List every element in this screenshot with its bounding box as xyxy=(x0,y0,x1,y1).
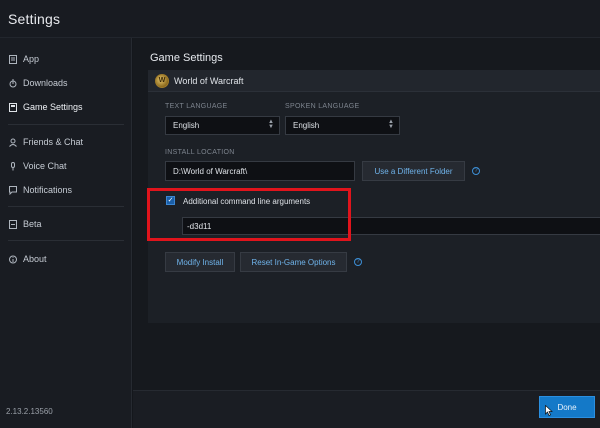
reset-in-game-options-button[interactable]: Reset In-Game Options xyxy=(240,252,347,272)
select-arrows-icon: ▲ ▼ xyxy=(268,119,274,130)
friends-icon xyxy=(9,138,17,147)
world-of-warcraft-logo-icon: W xyxy=(155,73,169,88)
sidebar-item-label: App xyxy=(23,54,40,64)
sidebar-item-label: Voice Chat xyxy=(23,161,67,171)
sidebar-divider xyxy=(8,206,124,207)
sidebar-item-about[interactable]: About xyxy=(0,250,132,268)
select-arrows-icon: ▲ ▼ xyxy=(388,119,394,130)
spoken-language-value: English xyxy=(293,121,320,130)
sidebar-item-label: Downloads xyxy=(23,78,68,88)
sidebar: App Downloads Game Settings Friends & Ch… xyxy=(0,38,132,428)
sidebar-item-label: Beta xyxy=(23,219,42,229)
sidebar-item-friends-chat[interactable]: Friends & Chat xyxy=(0,133,132,151)
downloads-icon xyxy=(9,78,17,88)
reset-in-game-options-label: Reset In-Game Options xyxy=(251,257,336,267)
command-line-checkbox[interactable]: ✓ xyxy=(166,196,175,205)
modify-install-button[interactable]: Modify Install xyxy=(165,252,235,272)
text-language-select[interactable]: English ▲ ▼ xyxy=(165,116,280,135)
command-line-value: -d3d11 xyxy=(187,221,212,231)
info-icon xyxy=(9,255,17,264)
main-panel: Game Settings W World of Warcraft TEXT L… xyxy=(133,38,600,390)
done-label: Done xyxy=(557,402,577,412)
sidebar-item-label: About xyxy=(23,254,47,264)
sidebar-divider xyxy=(8,124,124,125)
help-icon[interactable]: ? xyxy=(354,258,362,266)
spoken-language-label: SPOKEN LANGUAGE xyxy=(285,103,360,110)
help-icon[interactable]: ? xyxy=(472,167,480,175)
use-different-folder-label: Use a Different Folder xyxy=(374,166,453,176)
install-location-value: D:\World of Warcraft\ xyxy=(173,166,248,176)
command-line-label: Additional command line arguments xyxy=(183,197,311,206)
sidebar-item-label: Game Settings xyxy=(23,102,83,112)
install-location-label: INSTALL LOCATION xyxy=(165,149,235,156)
notifications-icon xyxy=(9,185,17,195)
microphone-icon xyxy=(9,161,17,171)
sidebar-divider xyxy=(8,240,124,241)
page-title: Game Settings xyxy=(150,52,223,64)
sidebar-item-downloads[interactable]: Downloads xyxy=(0,74,132,92)
install-location-input[interactable]: D:\World of Warcraft\ xyxy=(165,161,355,181)
modify-install-label: Modify Install xyxy=(176,257,224,267)
title-bar: Settings xyxy=(0,0,600,38)
sidebar-item-game-settings[interactable]: Game Settings xyxy=(0,98,132,116)
game-card: W World of Warcraft TEXT LANGUAGE Englis… xyxy=(148,70,600,323)
spoken-language-select[interactable]: English ▲ ▼ xyxy=(285,116,400,135)
game-header: W World of Warcraft xyxy=(148,70,600,92)
sidebar-item-voice-chat[interactable]: Voice Chat xyxy=(0,157,132,175)
game-settings-icon xyxy=(9,102,17,112)
text-language-label: TEXT LANGUAGE xyxy=(165,103,228,110)
sidebar-item-notifications[interactable]: Notifications xyxy=(0,181,132,199)
version-label: 2.13.2.13560 xyxy=(6,407,53,416)
use-different-folder-button[interactable]: Use a Different Folder xyxy=(362,161,465,181)
text-language-value: English xyxy=(173,121,200,130)
sidebar-item-app[interactable]: App xyxy=(0,50,132,68)
window-title: Settings xyxy=(8,11,61,27)
game-name: World of Warcraft xyxy=(174,75,244,86)
beta-icon xyxy=(9,219,17,229)
footer xyxy=(133,390,600,428)
mouse-cursor-icon xyxy=(545,405,553,416)
sidebar-item-label: Friends & Chat xyxy=(23,137,84,147)
sidebar-item-beta[interactable]: Beta xyxy=(0,215,132,233)
sidebar-item-label: Notifications xyxy=(23,185,73,195)
command-line-input[interactable]: -d3d11 xyxy=(182,217,600,235)
app-icon xyxy=(9,54,17,64)
